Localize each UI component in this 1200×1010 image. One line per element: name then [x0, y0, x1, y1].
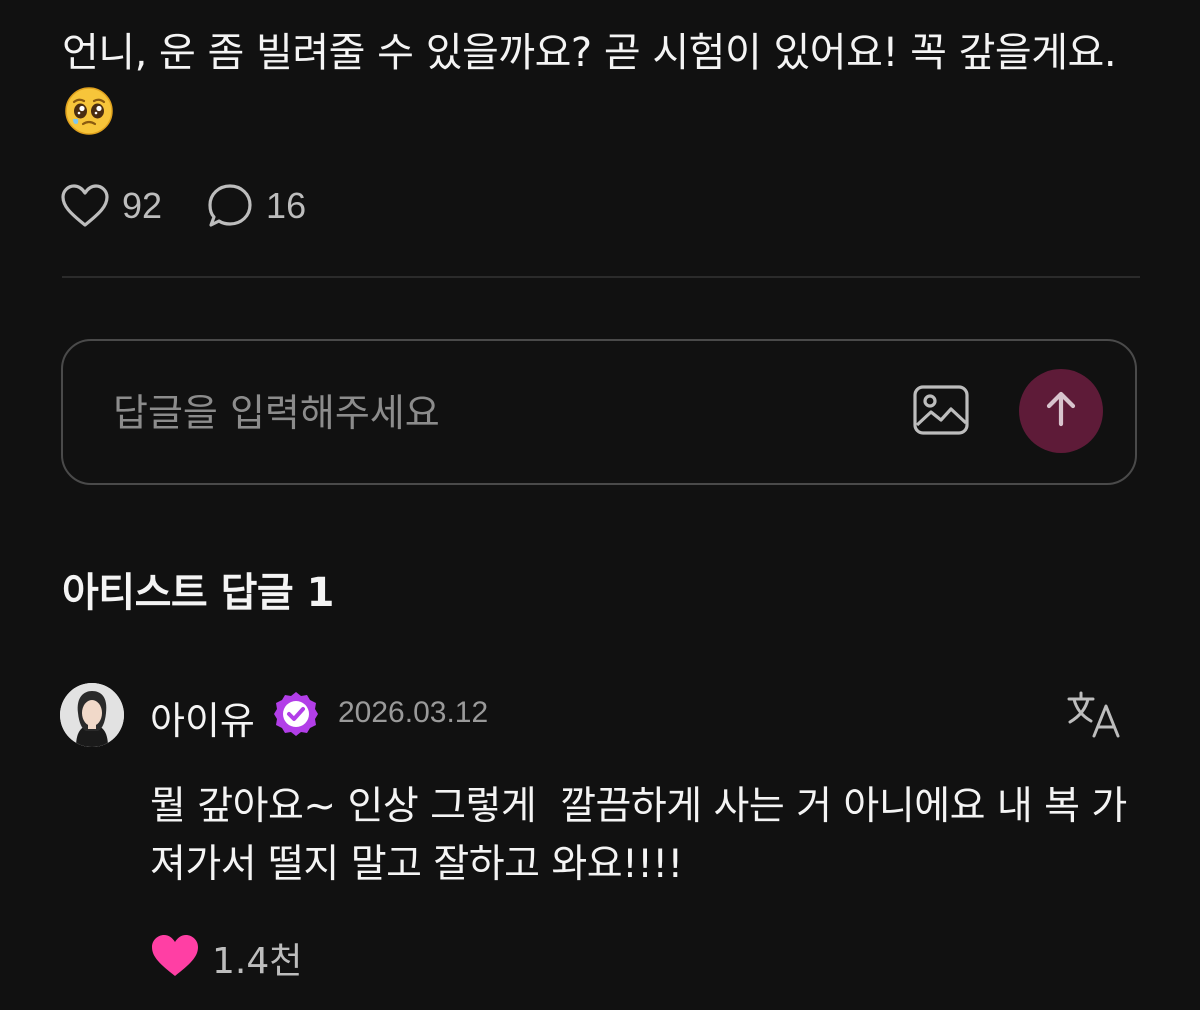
- post-stats: 92 16: [60, 178, 350, 234]
- reply-box: [61, 339, 1137, 485]
- avatar[interactable]: [60, 683, 124, 747]
- divider: [62, 276, 1140, 278]
- verified-badge-icon: [272, 690, 320, 738]
- image-icon: [913, 385, 969, 439]
- artist-replies-title: 아티스트 답글 1: [62, 570, 334, 616]
- translate-button[interactable]: [1066, 690, 1122, 740]
- reply-date: 2026.03.12: [338, 696, 489, 729]
- send-button[interactable]: [1019, 369, 1103, 453]
- reply-like-count: 1.4천: [212, 941, 303, 982]
- arrow-up-icon: [1044, 390, 1078, 432]
- heart-outline-icon: [60, 183, 110, 229]
- reply-like-button[interactable]: 1.4천: [150, 932, 302, 984]
- translate-icon: [1066, 691, 1122, 744]
- comment-count: 16: [266, 185, 307, 226]
- pleading-face-emoji-icon: [64, 86, 114, 154]
- reply-author: 아이유: [150, 699, 255, 743]
- reply-input[interactable]: [111, 377, 875, 449]
- post-body: 언니, 운 좀 빌려줄 수 있을까요? 곧 시험이 있어요! 꼭 갚을게요.: [62, 30, 1117, 76]
- speech-bubble-icon: [206, 182, 254, 230]
- reply-text: 뭘 갚아요~ 인상 그렇게 깔끔하게 사는 거 아니에요 내 복 가져가서 떨지…: [150, 784, 1127, 887]
- heart-filled-icon: [150, 933, 200, 983]
- like-count: 92: [122, 185, 163, 226]
- attach-image-button[interactable]: [913, 385, 969, 435]
- post-text: 언니, 운 좀 빌려줄 수 있을까요? 곧 시험이 있어요! 꼭 갚을게요.: [62, 22, 1142, 154]
- comment-button[interactable]: 16: [206, 182, 306, 230]
- like-button[interactable]: 92: [60, 183, 162, 229]
